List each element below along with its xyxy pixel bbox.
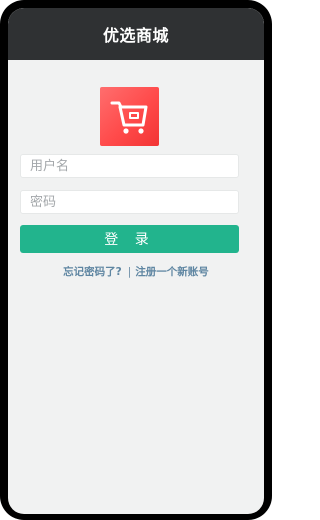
login-button[interactable]: 登 录 [20, 225, 239, 253]
page-title: 优选商城 [102, 26, 169, 45]
shopping-cart-icon [109, 98, 151, 136]
forgot-password-link[interactable]: 忘记密码了? [63, 264, 122, 279]
app-header: 优选商城 [8, 8, 264, 60]
app-logo [100, 87, 159, 146]
link-separator: | [127, 265, 132, 278]
username-input[interactable] [20, 154, 239, 178]
auth-links: 忘记密码了? | 注册一个新账号 [8, 264, 264, 279]
register-link[interactable]: 注册一个新账号 [135, 264, 209, 279]
password-input[interactable] [20, 190, 239, 214]
app-screen: 优选商城 登 录 忘记密码 [8, 8, 264, 514]
phone-frame: 优选商城 登 录 忘记密码 [0, 0, 272, 520]
